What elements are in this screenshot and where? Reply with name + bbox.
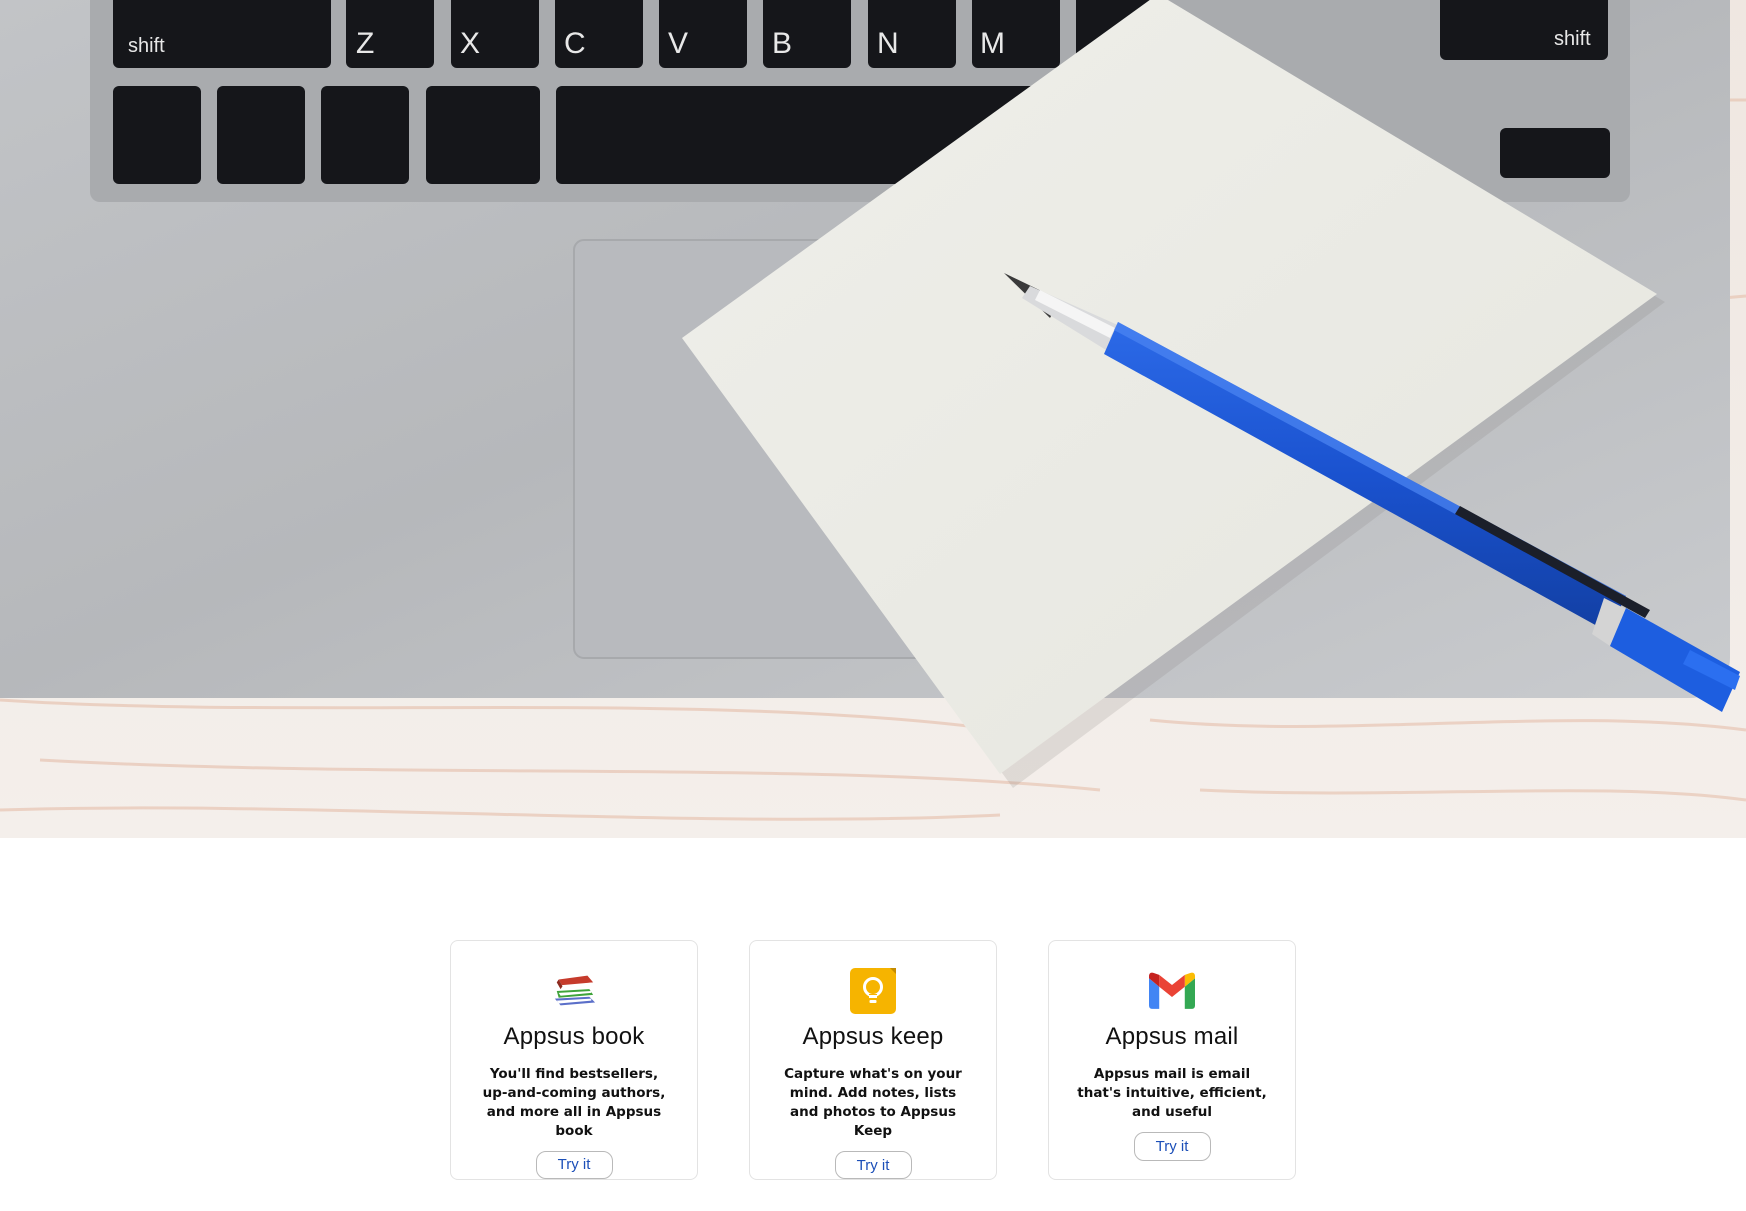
key-n-label: N bbox=[877, 27, 899, 60]
apps-section: Appsus book You'll find bestsellers, up-… bbox=[0, 940, 1746, 1180]
hero-image: shift Z X C V B N M shift bbox=[0, 0, 1746, 838]
key-v-label: V bbox=[668, 27, 688, 60]
try-it-button[interactable]: Try it bbox=[834, 1151, 912, 1179]
try-it-button[interactable]: Try it bbox=[535, 1150, 613, 1179]
app-card-book: Appsus book You'll find bestsellers, up-… bbox=[450, 940, 698, 1180]
books-icon bbox=[551, 970, 597, 1013]
app-card-keep: Appsus keep Capture what's on your mind.… bbox=[749, 940, 997, 1180]
lightbulb-icon bbox=[850, 968, 896, 1014]
try-it-button[interactable]: Try it bbox=[1133, 1132, 1211, 1161]
key-b-label: B bbox=[772, 27, 792, 60]
gmail-icon bbox=[1149, 969, 1195, 1013]
laptop-illustration: shift Z X C V B N M shift bbox=[0, 0, 1746, 838]
app-description: You'll find bestsellers, up-and-coming a… bbox=[482, 1065, 666, 1139]
key-m-label: M bbox=[980, 27, 1005, 60]
app-title: Appsus keep bbox=[802, 1023, 944, 1050]
app-title: Appsus book bbox=[503, 1022, 645, 1050]
key-x-label: X bbox=[460, 27, 480, 60]
key-z-label: Z bbox=[356, 27, 374, 60]
key-c-label: C bbox=[564, 27, 586, 60]
shift-right-key-label: shift bbox=[1554, 28, 1591, 50]
app-description: Appsus mail is email that's intuitive, e… bbox=[1077, 1066, 1267, 1120]
shift-left-key-label: shift bbox=[128, 35, 165, 57]
app-card-mail: Appsus mail Appsus mail is email that's … bbox=[1048, 940, 1296, 1180]
app-description: Capture what's on your mind. Add notes, … bbox=[784, 1066, 962, 1139]
app-title: Appsus mail bbox=[1105, 1023, 1239, 1050]
